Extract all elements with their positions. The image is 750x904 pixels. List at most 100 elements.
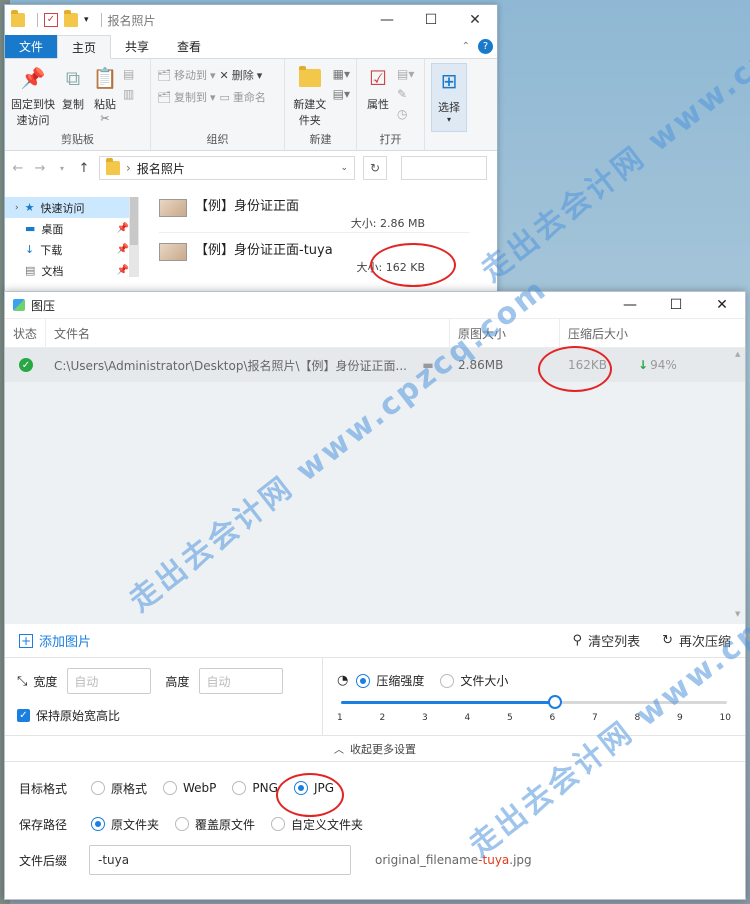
minimize-button[interactable]: —: [607, 292, 653, 318]
minimize-button[interactable]: —: [365, 5, 409, 35]
col-compressed-size: 压缩后大小: [568, 326, 629, 341]
address-dropdown-icon[interactable]: ⌄: [340, 163, 348, 173]
search-input[interactable]: [401, 156, 487, 180]
new-group: 新建文件夹 ▦▾ ▤▾ 新建: [285, 59, 357, 150]
path-row: 保存路径 原文件夹 覆盖原文件 自定义文件夹: [19, 812, 731, 836]
more-settings: 目标格式 原格式 WebP PNG JPG 保存路径 原文件夹 覆盖原文件 自定…: [5, 762, 745, 875]
move-to-button[interactable]: 🗂 移动到 ▾: [157, 67, 216, 83]
file-item[interactable]: 【例】身份证正面 大小: 2.86 MB: [159, 193, 469, 233]
tab-home[interactable]: 主页: [57, 35, 112, 59]
col-status: 状态: [5, 319, 46, 347]
ribbon-tabs: 文件 主页 共享 查看 ⌃ ?: [5, 35, 497, 59]
path-radio-overwrite[interactable]: 覆盖原文件: [175, 816, 255, 833]
history-icon[interactable]: ◷: [397, 107, 414, 121]
address-row: ← → ▾ ↑ › 报名照片 ⌄ ↻: [5, 151, 497, 185]
queue-scrollbar[interactable]: ▲ ▼: [735, 350, 743, 618]
path-radio-original-folder[interactable]: 原文件夹: [91, 816, 159, 833]
open-group-label: 打开: [379, 133, 402, 146]
new-folder-button[interactable]: 新建文件夹: [291, 63, 329, 132]
document-icon: ▤: [25, 264, 36, 277]
scroll-up-icon[interactable]: ▲: [735, 350, 740, 358]
add-images-button[interactable]: + 添加图片: [19, 631, 91, 650]
mode-strength-radio[interactable]: 压缩强度: [356, 672, 424, 689]
properties-quick-icon[interactable]: ✓: [44, 13, 58, 27]
table-row[interactable]: ✓ C:\Users\Administrator\Desktop\报名照片\【例…: [5, 348, 745, 382]
cut-icon[interactable]: ✂: [100, 112, 109, 125]
strength-slider[interactable]: 1 2 3 4 5 6 7 8 9 10: [337, 695, 731, 727]
gauge-icon: ◔: [337, 673, 349, 688]
app-logo-icon: [13, 299, 25, 311]
suffix-label: 文件后缀: [19, 853, 68, 868]
edit-icon[interactable]: ✎: [397, 87, 414, 101]
format-radio-png[interactable]: PNG: [232, 781, 278, 795]
filename-preview: original_filename-tuya.jpg: [375, 853, 532, 867]
slider-handle[interactable]: [548, 695, 563, 709]
select-grid-icon: ⊞: [440, 69, 458, 93]
height-input[interactable]: 自动: [199, 668, 284, 694]
paste-button[interactable]: 📋 粘贴 ✂: [91, 63, 119, 132]
keep-ratio-checkbox[interactable]: ✓ 保持原始宽高比: [17, 702, 310, 728]
up-arrow-icon[interactable]: ↑: [77, 161, 91, 176]
file-list: 【例】身份证正面 大小: 2.86 MB 【例】身份证正面-tuya 大小: 1…: [139, 185, 497, 293]
format-radio-webp[interactable]: WebP: [163, 781, 216, 795]
clipboard-group: 📌 固定到快速访问 ⧉ 复制 📋 粘贴 ✂ ▤ ▥ 剪贴板: [5, 59, 151, 150]
nav-item-quick-access[interactable]: › ★ 快速访问: [5, 197, 139, 218]
rename-button[interactable]: ▭ 重命名: [220, 89, 266, 105]
organize-group: 🗂 移动到 ▾ 🗂 复制到 ▾ ✕ 删除 ▾ ▭ 重命名 组织: [151, 59, 285, 150]
recent-dropdown-icon[interactable]: ▾: [55, 164, 69, 173]
maximize-button[interactable]: ☐: [653, 292, 699, 318]
select-button[interactable]: ⊞ 选择 ▾: [431, 63, 467, 132]
open-icon[interactable]: ▤▾: [397, 67, 414, 81]
format-row: 目标格式 原格式 WebP PNG JPG: [19, 776, 731, 800]
slider-tick-label: 10: [719, 713, 731, 723]
new-folder-quick-icon[interactable]: [64, 10, 78, 27]
clear-list-button[interactable]: ⚲ 清空列表: [573, 631, 641, 650]
close-button[interactable]: ✕: [699, 292, 745, 318]
delete-button[interactable]: ✕ 删除 ▾: [220, 67, 266, 83]
refresh-button[interactable]: ↻: [363, 156, 387, 180]
pin-quick-access-label: 固定到快速访问: [11, 98, 55, 127]
pin-quick-access-button[interactable]: 📌 固定到快速访问: [11, 63, 55, 132]
tab-file[interactable]: 文件: [5, 35, 58, 58]
nav-scrollbar[interactable]: [129, 197, 139, 277]
width-input[interactable]: 自动: [67, 668, 152, 694]
open-folder-icon[interactable]: ▬: [406, 358, 450, 372]
copy-path-icon[interactable]: ▤: [123, 67, 134, 81]
pin-icon: 📌: [20, 66, 46, 90]
easy-access-icon[interactable]: ▤▾: [333, 87, 350, 101]
forward-arrow-icon[interactable]: →: [33, 161, 47, 176]
address-bar[interactable]: › 报名照片 ⌄: [99, 156, 355, 180]
properties-button[interactable]: ☑ 属性: [363, 63, 393, 132]
maximize-button[interactable]: ☐: [409, 5, 453, 35]
tab-share[interactable]: 共享: [111, 35, 163, 58]
pin-icon: 📌: [116, 223, 129, 234]
resize-icon: ⤡: [17, 673, 28, 689]
tab-view[interactable]: 查看: [163, 35, 215, 58]
nav-item-documents[interactable]: ▤ 文档 📌: [5, 260, 139, 281]
new-item-icon[interactable]: ▦▾: [333, 67, 350, 81]
collapse-settings-button[interactable]: ︿ 收起更多设置: [5, 736, 745, 762]
rename-icon: ▭: [219, 90, 230, 104]
new-folder-label: 新建文件夹: [293, 98, 327, 127]
copy-button[interactable]: ⧉ 复制: [59, 63, 87, 132]
suffix-input[interactable]: -tuya: [89, 845, 351, 875]
back-arrow-icon[interactable]: ←: [11, 161, 25, 176]
close-button[interactable]: ✕: [453, 5, 497, 35]
help-icon[interactable]: ?: [478, 39, 493, 54]
scroll-down-icon[interactable]: ▼: [735, 610, 740, 618]
format-radio-original[interactable]: 原格式: [91, 780, 147, 797]
mode-size-radio[interactable]: 文件大小: [440, 672, 508, 689]
recompress-button[interactable]: ↻ 再次压缩: [662, 631, 731, 650]
nav-item-downloads[interactable]: ↓ 下载 📌: [5, 239, 139, 260]
copy-to-button[interactable]: 🗂 复制到 ▾: [157, 89, 216, 105]
nav-item-desktop[interactable]: ▬ 桌面 📌: [5, 218, 139, 239]
recompress-label: 再次压缩: [678, 635, 731, 650]
format-radio-jpg[interactable]: JPG: [293, 781, 334, 795]
collapse-ribbon-icon[interactable]: ⌃: [462, 41, 470, 52]
action-bar: + 添加图片 ⚲ 清空列表 ↻ 再次压缩: [5, 624, 745, 658]
file-item[interactable]: 【例】身份证正面-tuya 大小: 162 KB: [159, 237, 469, 277]
path-radio-custom[interactable]: 自定义文件夹: [271, 816, 363, 833]
paste-shortcut-icon[interactable]: ▥: [123, 87, 134, 101]
explorer-window: ✓ ▾ 报名照片 — ☐ ✕ 文件 主页 共享 查看 ⌃ ? 📌 固定到快速访问…: [4, 4, 498, 294]
quick-access-dropdown-icon[interactable]: ▾: [84, 15, 89, 25]
